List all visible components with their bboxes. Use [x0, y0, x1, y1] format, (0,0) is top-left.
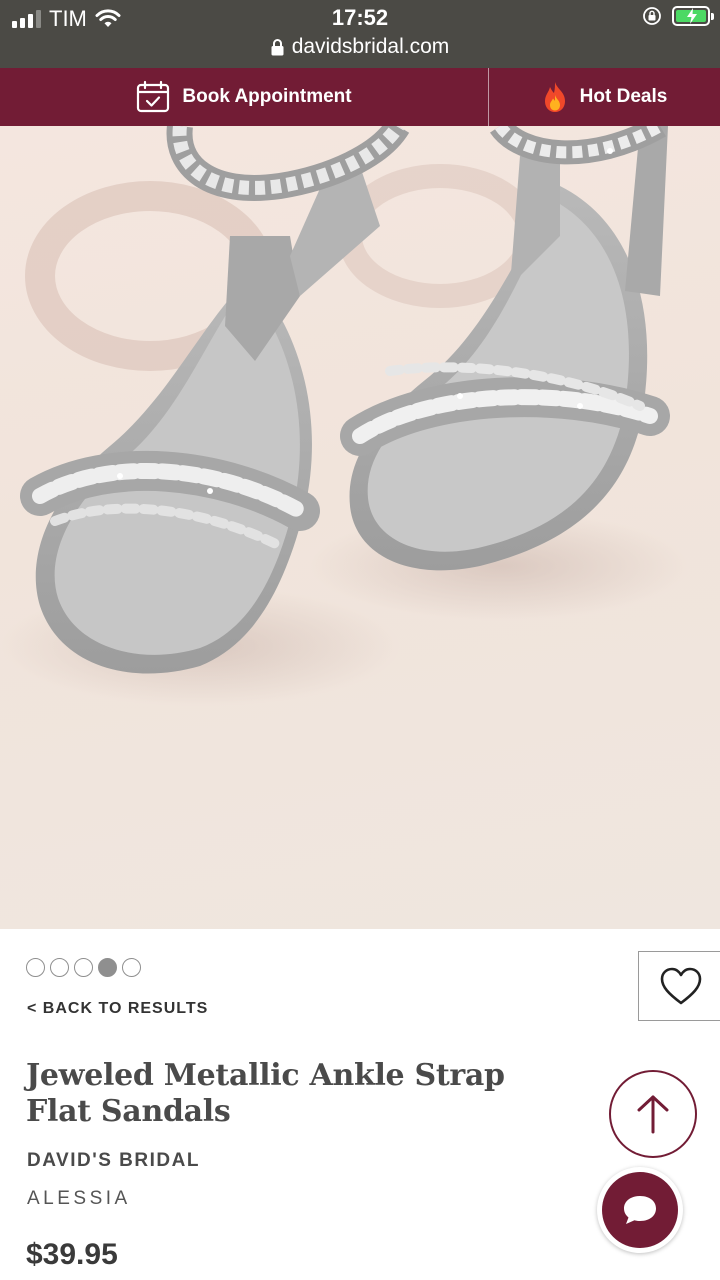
gallery-pagination [26, 958, 141, 977]
product-style: ALESSIA [27, 1188, 131, 1209]
status-bar: TIM 17:52 davidsbridal.com [0, 0, 720, 68]
address-bar[interactable]: davidsbridal.com [0, 35, 720, 59]
back-to-results-link[interactable]: < BACK TO RESULTS [27, 1000, 208, 1018]
battery-icon [672, 6, 714, 26]
product-price: $39.95 [26, 1238, 118, 1271]
book-appointment-button[interactable]: Book Appointment [0, 68, 489, 126]
gallery-dot[interactable] [50, 958, 69, 977]
top-nav: Book Appointment Hot Deals [0, 68, 720, 126]
url-text: davidsbridal.com [291, 35, 450, 58]
book-appointment-label: Book Appointment [182, 86, 352, 107]
heart-icon [660, 967, 701, 1005]
hot-deals-label: Hot Deals [579, 86, 668, 107]
gallery-dot[interactable] [122, 958, 141, 977]
status-right [642, 6, 714, 26]
calendar-check-icon [137, 80, 170, 113]
product-title: Jeweled Metallic Ankle Strap Flat Sandal… [26, 1058, 505, 1129]
lock-icon [271, 38, 284, 55]
hot-deals-button[interactable]: Hot Deals [489, 68, 720, 126]
favorite-button[interactable] [638, 951, 720, 1021]
scroll-to-top-button[interactable] [609, 1070, 697, 1158]
flame-icon [544, 82, 565, 112]
sandals-photo [0, 126, 690, 706]
gallery-dot-active[interactable] [98, 958, 117, 977]
chat-bubble-icon [624, 1196, 656, 1224]
chat-button[interactable] [584, 1167, 696, 1253]
product-brand: DAVID'S BRIDAL [27, 1150, 200, 1171]
gallery-dot[interactable] [26, 958, 45, 977]
orientation-lock-icon [643, 7, 661, 25]
clock: 17:52 [331, 5, 389, 30]
product-image[interactable] [0, 126, 720, 929]
gallery-dot[interactable] [74, 958, 93, 977]
arrow-up-icon [637, 1095, 669, 1134]
